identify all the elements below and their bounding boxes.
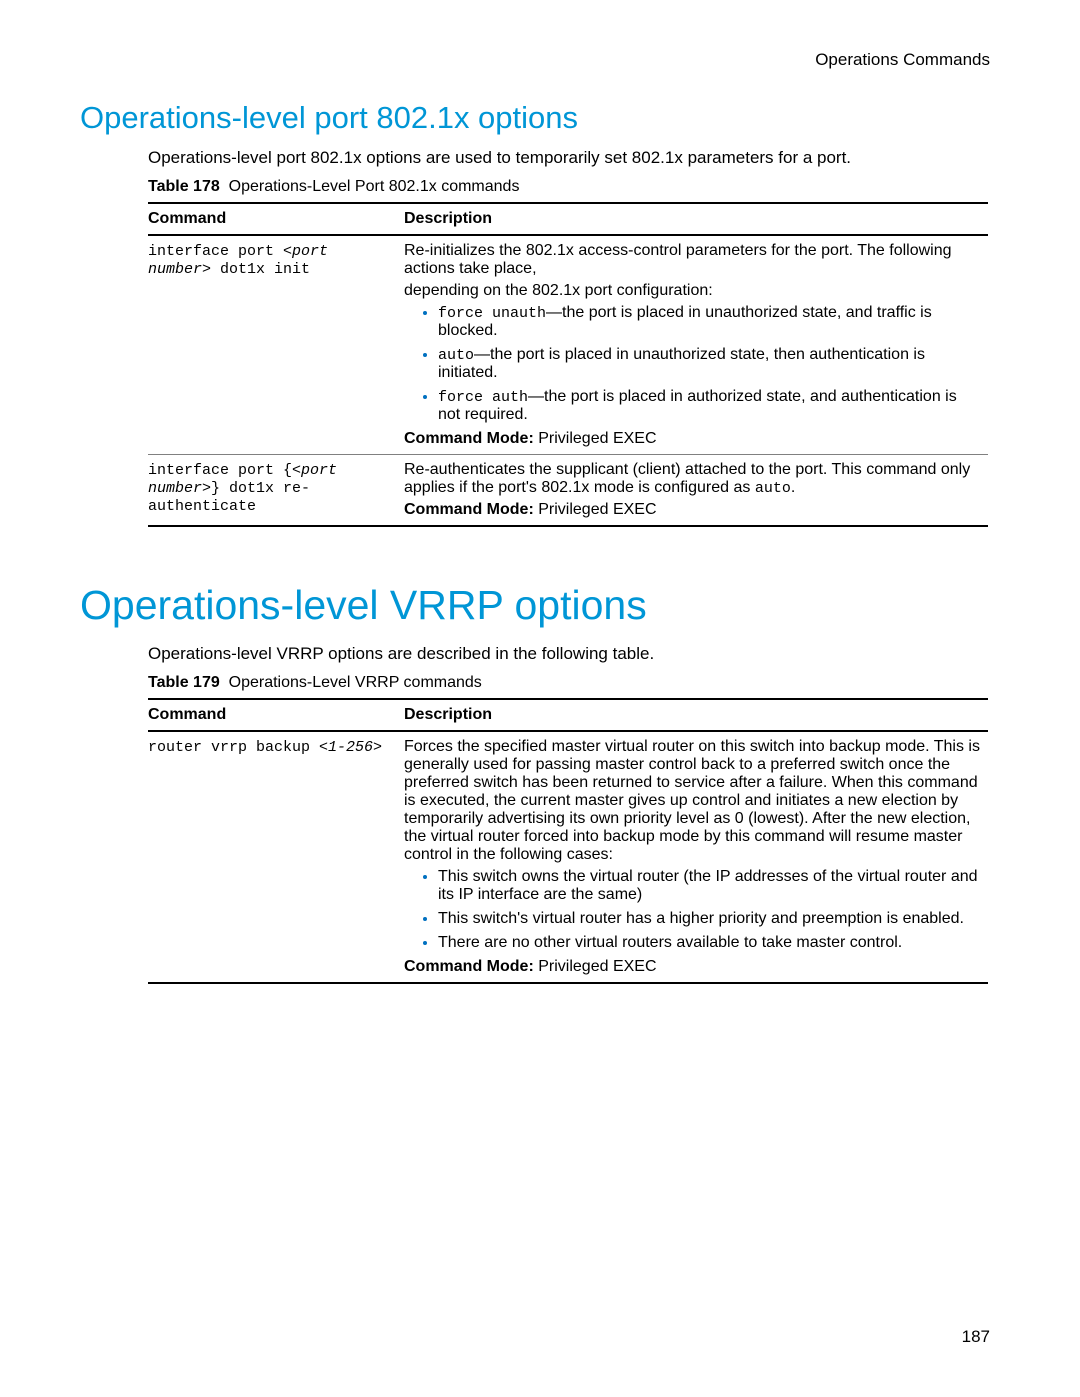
section2-title: Operations-level VRRP options (80, 582, 990, 629)
col-command-header2: Command (148, 699, 404, 731)
section1-title: Operations-level port 802.1x options (80, 100, 990, 136)
table178-caption: Table 178 Operations-Level Port 802.1x c… (148, 178, 990, 196)
table178: Command Description interface port <port… (148, 202, 988, 527)
table179-text: Operations-Level VRRP commands (229, 674, 482, 691)
desc-vrrp-backup: Forces the specified master virtual rout… (404, 731, 988, 983)
table179: Command Description router vrrp backup <… (148, 698, 988, 984)
desc-dot1x-reauth: Re-authenticates the supplicant (client)… (404, 455, 988, 527)
mode-line-1: Command Mode: Privileged EXEC (404, 430, 982, 448)
bullet-vrrp-1: This switch owns the virtual router (the… (438, 868, 982, 904)
table179-header-row: Command Description (148, 699, 988, 731)
mode-line-3: Command Mode: Privileged EXEC (404, 958, 982, 976)
bullet-vrrp-2: This switch's virtual router has a highe… (438, 910, 982, 928)
bullet-force-auth: force auth—the port is placed in authori… (438, 388, 982, 424)
running-header: Operations Commands (80, 50, 990, 70)
col-description-header: Description (404, 203, 988, 235)
desc-dot1x-init: Re-initializes the 802.1x access-control… (404, 235, 988, 455)
bullet-force-unauth: force unauth—the port is placed in unaut… (438, 304, 982, 340)
mode-line-2: Command Mode: Privileged EXEC (404, 501, 982, 519)
cmd-dot1x-reauth: interface port {<port number>} dot1x re-… (148, 462, 337, 515)
table178-row1: interface port <port number> dot1x init … (148, 235, 988, 455)
col-description-header2: Description (404, 699, 988, 731)
table179-row1: router vrrp backup <1-256> Forces the sp… (148, 731, 988, 983)
section1-intro: Operations-level port 802.1x options are… (148, 148, 990, 168)
table179-label: Table 179 (148, 674, 220, 691)
page: Operations Commands Operations-level por… (0, 0, 1080, 1397)
cmd-dot1x-init: interface port <port number> dot1x init (148, 243, 328, 278)
section2-intro: Operations-level VRRP options are descri… (148, 644, 990, 664)
dot1x-init-bullets: force unauth—the port is placed in unaut… (424, 304, 982, 424)
table178-row2: interface port {<port number>} dot1x re-… (148, 455, 988, 527)
vrrp-bullets: This switch owns the virtual router (the… (424, 868, 982, 952)
table178-text: Operations-Level Port 802.1x commands (229, 178, 520, 195)
table179-caption: Table 179 Operations-Level VRRP commands (148, 674, 990, 692)
bullet-auto: auto—the port is placed in unauthorized … (438, 346, 982, 382)
table178-header-row: Command Description (148, 203, 988, 235)
bullet-vrrp-3: There are no other virtual routers avail… (438, 934, 982, 952)
cmd-vrrp-backup: router vrrp backup <1-256> (148, 739, 382, 756)
col-command-header: Command (148, 203, 404, 235)
table178-label: Table 178 (148, 178, 220, 195)
page-number: 187 (962, 1327, 990, 1347)
